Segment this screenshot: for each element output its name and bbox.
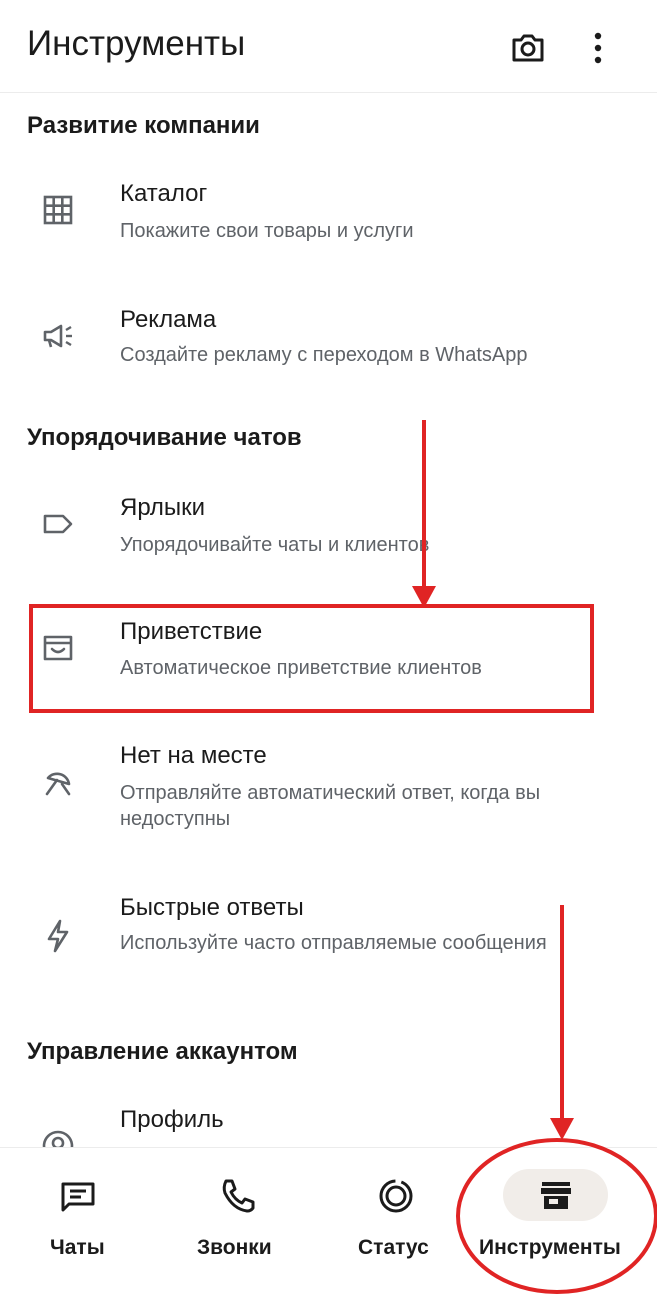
bottom-navigation: Чаты Звонки Статус Инструменты	[0, 1147, 657, 1297]
nav-status-label: Статус	[358, 1236, 429, 1259]
section-account: Управление аккаунтом	[27, 1038, 298, 1065]
catalog-title: Каталог	[120, 180, 208, 207]
nav-calls[interactable]: Звонки	[160, 1148, 320, 1297]
greeting-title: Приветствие	[120, 618, 263, 645]
nav-tools-label: Инструменты	[479, 1236, 621, 1259]
list-item-catalog[interactable]: Каталог Покажите свои товары и услуги	[0, 170, 640, 270]
list-item-ads[interactable]: Реклама Создайте рекламу с переходом в W…	[0, 296, 640, 396]
camera-icon[interactable]	[508, 28, 548, 68]
store-icon	[536, 1176, 576, 1216]
megaphone-icon	[40, 318, 76, 354]
labels-subtitle: Упорядочивайте чаты и клиентов	[120, 534, 430, 556]
ads-title: Реклама	[120, 306, 217, 333]
phone-icon	[217, 1176, 257, 1216]
status-icon	[376, 1176, 416, 1216]
label-icon	[40, 506, 76, 542]
list-item-away[interactable]: Нет на месте Отправляйте автоматический …	[0, 732, 640, 852]
ads-subtitle: Создайте рекламу с переходом в WhatsApp	[120, 344, 528, 366]
page-title: Инструменты	[27, 24, 246, 63]
section-business: Развитие компании	[27, 112, 260, 139]
nav-calls-label: Звонки	[197, 1236, 272, 1259]
quick-title: Быстрые ответы	[120, 894, 304, 921]
away-title: Нет на месте	[120, 742, 267, 769]
quick-subtitle: Используйте часто отправляемые сообщения	[120, 932, 547, 954]
list-item-labels[interactable]: Ярлыки Упорядочивайте чаты и клиентов	[0, 484, 640, 584]
app-header: Инструменты	[0, 0, 657, 93]
labels-title: Ярлыки	[120, 494, 206, 521]
away-subtitle: Отправляйте автоматический ответ, когда …	[120, 782, 541, 830]
grid-icon	[40, 192, 76, 228]
catalog-subtitle: Покажите свои товары и услуги	[120, 220, 414, 242]
chats-icon	[58, 1176, 98, 1216]
nav-tools[interactable]: Инструменты	[470, 1148, 657, 1297]
annotation-arrowhead-greeting	[412, 586, 436, 608]
list-item-quick-replies[interactable]: Быстрые ответы Используйте часто отправл…	[0, 884, 640, 1004]
list-item-greeting[interactable]: Приветствие Автоматическое приветствие к…	[0, 608, 640, 708]
bolt-icon	[40, 918, 76, 954]
nav-status[interactable]: Статус	[320, 1148, 470, 1297]
away-icon	[40, 764, 76, 800]
greeting-subtitle: Автоматическое приветствие клиентов	[120, 657, 482, 679]
profile-title: Профиль	[120, 1106, 224, 1133]
nav-chats-label: Чаты	[50, 1236, 105, 1259]
section-chats: Упорядочивание чатов	[27, 424, 302, 451]
nav-chats[interactable]: Чаты	[0, 1148, 160, 1297]
greeting-icon	[40, 630, 76, 666]
more-vert-icon[interactable]	[582, 28, 614, 68]
